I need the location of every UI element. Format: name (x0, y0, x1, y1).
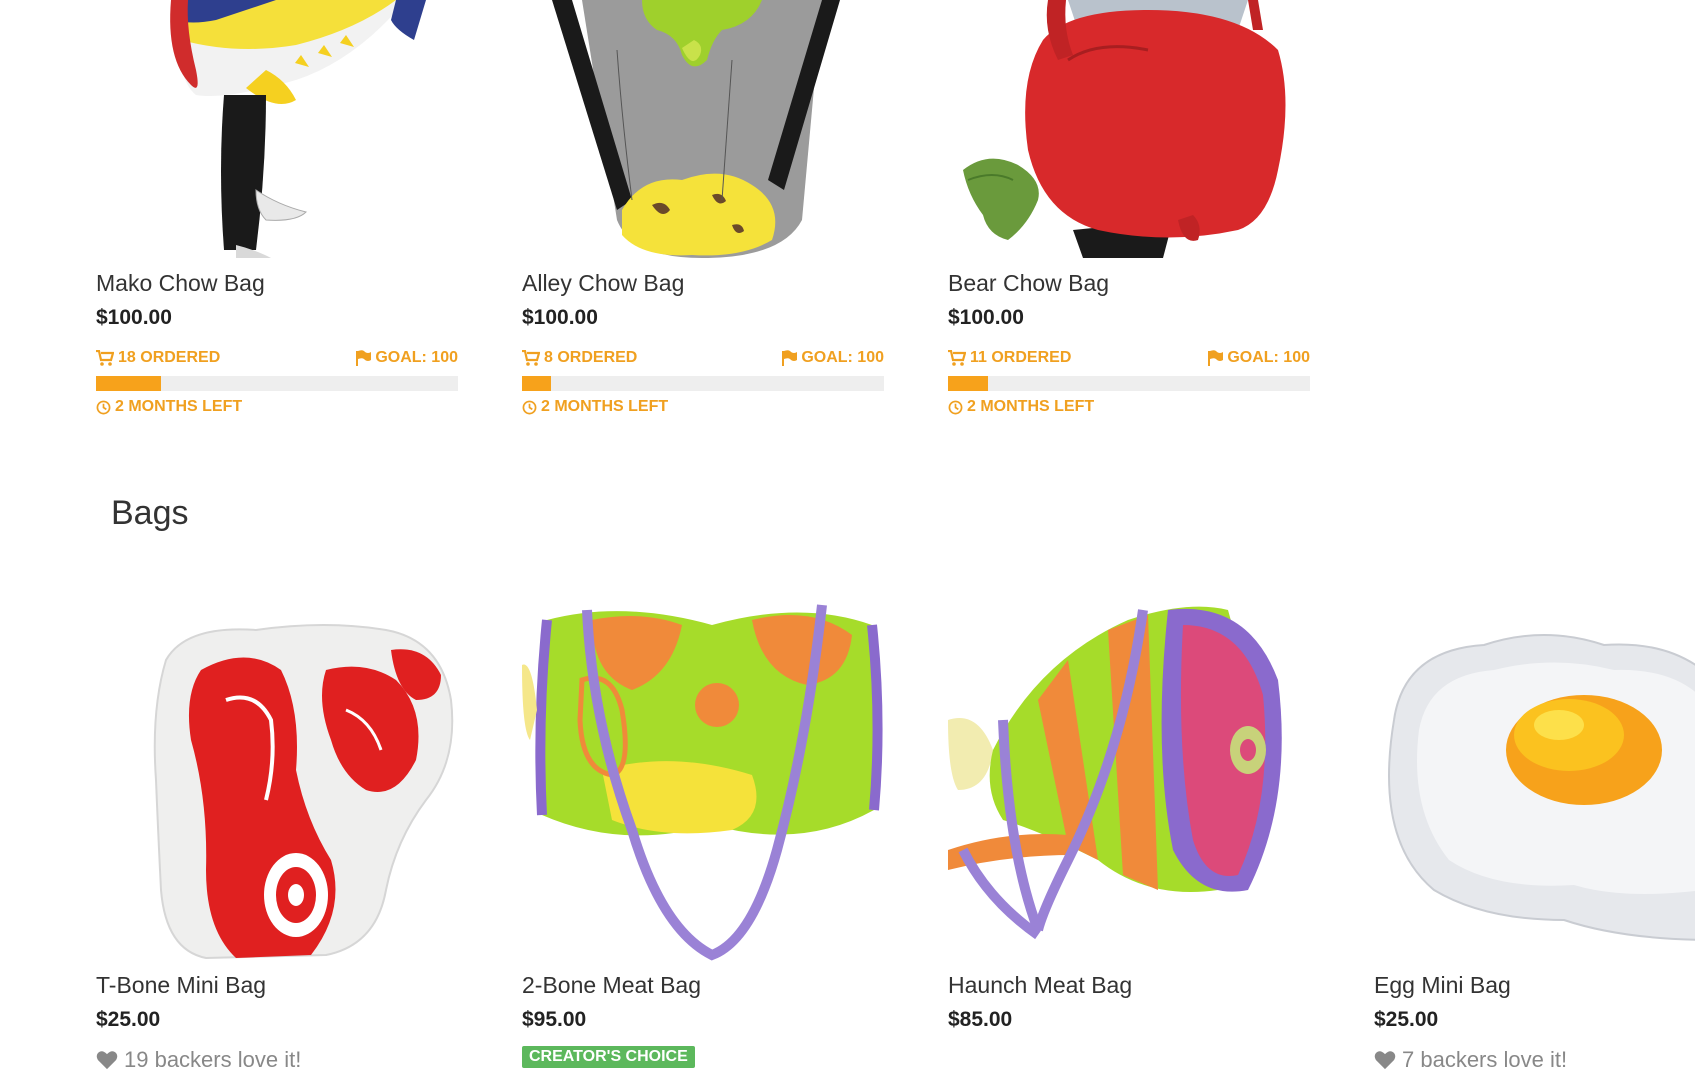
product-price: $100.00 (948, 306, 1024, 329)
product-name[interactable]: Mako Chow Bag (96, 270, 265, 297)
cart-icon (96, 350, 114, 366)
goal-label: GOAL: 100 (1227, 349, 1310, 366)
backers-label: 7 backers love it! (1402, 1047, 1568, 1072)
progress-bar (522, 376, 884, 391)
clock-icon (948, 400, 963, 414)
progress-bar (96, 376, 458, 391)
progress-bar (948, 376, 1310, 391)
clock-icon (96, 400, 111, 414)
product-price: $25.00 (1374, 1008, 1439, 1031)
order-stats: 18 ORDERED GOAL: 100 (96, 349, 458, 371)
backers-love: 19 backers love it! (96, 1047, 301, 1073)
ordered-count: 8 ORDERED (522, 349, 637, 367)
creators-choice-badge: CREATOR'S CHOICE (522, 1046, 695, 1068)
ordered-count: 11 ORDERED (948, 349, 1071, 367)
product-name[interactable]: Alley Chow Bag (522, 270, 684, 297)
backers-label: 19 backers love it! (124, 1047, 302, 1072)
product-price: $85.00 (948, 1008, 1013, 1031)
time-left: 2 MONTHS LEFT (522, 398, 668, 416)
goal-label: GOAL: 100 (801, 349, 884, 366)
progress-fill (96, 376, 162, 391)
product-image-t-bone-mini-bag[interactable] (96, 600, 458, 962)
product-image-mako-chow-bag[interactable] (96, 0, 458, 258)
goal-count: GOAL: 100 (781, 349, 884, 367)
cart-icon (522, 350, 540, 366)
flag-icon (1208, 350, 1224, 366)
goal-count: GOAL: 100 (1207, 349, 1310, 367)
product-image-haunch-meat-bag[interactable] (948, 600, 1310, 962)
order-stats: 11 ORDERED GOAL: 100 (948, 349, 1310, 371)
heart-icon (1374, 1051, 1396, 1070)
progress-fill (948, 376, 988, 391)
ordered-label: 11 ORDERED (970, 349, 1072, 366)
time-left: 2 MONTHS LEFT (948, 398, 1094, 416)
goal-count: GOAL: 100 (355, 349, 458, 367)
product-name[interactable]: 2-Bone Meat Bag (522, 972, 701, 999)
product-price: $100.00 (96, 306, 172, 329)
time-left-label: 2 MONTHS LEFT (967, 398, 1095, 415)
cart-icon (948, 350, 966, 366)
product-price: $95.00 (522, 1008, 587, 1031)
time-left-label: 2 MONTHS LEFT (115, 398, 243, 415)
progress-fill (522, 376, 551, 391)
ordered-label: 18 ORDERED (118, 349, 221, 366)
time-left: 2 MONTHS LEFT (96, 398, 242, 416)
section-title-bags: Bags (111, 494, 189, 532)
flag-icon (782, 350, 798, 366)
product-price: $25.00 (96, 1008, 161, 1031)
ordered-count: 18 ORDERED (96, 349, 220, 367)
product-image-2-bone-meat-bag[interactable] (522, 600, 884, 962)
clock-icon (522, 400, 537, 414)
heart-icon (96, 1051, 118, 1070)
product-image-alley-chow-bag[interactable] (522, 0, 884, 258)
product-name[interactable]: Haunch Meat Bag (948, 972, 1132, 999)
goal-label: GOAL: 100 (375, 349, 458, 366)
product-name[interactable]: Egg Mini Bag (1374, 972, 1511, 999)
product-image-bear-chow-bag[interactable] (948, 0, 1310, 258)
flag-icon (356, 350, 372, 366)
time-left-label: 2 MONTHS LEFT (541, 398, 669, 415)
ordered-label: 8 ORDERED (544, 349, 638, 366)
backers-love: 7 backers love it! (1374, 1047, 1567, 1073)
product-name[interactable]: Bear Chow Bag (948, 270, 1109, 297)
product-image-egg-mini-bag[interactable] (1374, 600, 1695, 962)
order-stats: 8 ORDERED GOAL: 100 (522, 349, 884, 371)
product-price: $100.00 (522, 306, 598, 329)
product-name[interactable]: T-Bone Mini Bag (96, 972, 266, 999)
